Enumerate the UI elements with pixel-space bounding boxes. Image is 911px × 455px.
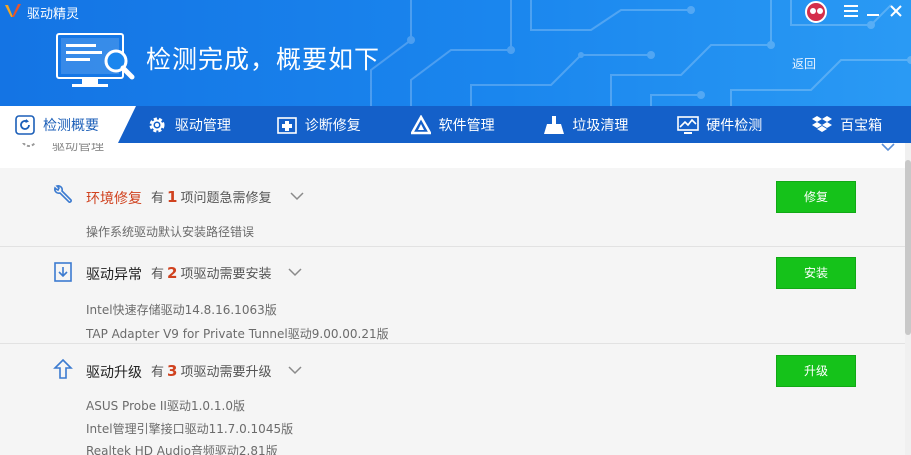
- tab-label: 驱动管理: [174, 117, 231, 134]
- section-summary: 有 2 项驱动需要安装: [151, 264, 272, 282]
- install-button[interactable]: 安装: [776, 257, 856, 289]
- tab-diagnose[interactable]: 诊断修复: [276, 106, 410, 143]
- list-item: 操作系统驱动默认安装路径错误: [86, 225, 255, 239]
- tab-label: 软件管理: [438, 117, 495, 134]
- repair-button[interactable]: 修复: [776, 181, 856, 213]
- tab-software[interactable]: 软件管理: [410, 106, 544, 143]
- chevron-down-icon[interactable]: [288, 366, 302, 375]
- section-environment-repair: 环境修复 有 1 项问题急需修复 修复 操作系统驱动默认安装路径错误: [0, 168, 905, 246]
- header-banner: 驱动精灵 检测完成，概要如下 返回: [0, 0, 911, 106]
- tab-cleanup[interactable]: 垃圾清理: [543, 106, 677, 143]
- upgrade-button[interactable]: 升级: [776, 355, 856, 387]
- section-title: 环境修复: [86, 191, 142, 207]
- gear-icon: [146, 114, 168, 136]
- chevron-down-icon[interactable]: [288, 268, 302, 277]
- section-driver-upgrade: 驱动升级 有 3 项驱动需要升级 升级 ASUS Probe II驱动1.0.1.0…: [0, 343, 905, 455]
- tab-driver-manage[interactable]: 驱动管理: [146, 106, 262, 143]
- page-headline: 检测完成，概要如下: [146, 45, 381, 74]
- list-item: Intel管理引擎接口驱动11.7.0.1045版: [86, 422, 294, 436]
- main-content: 驱动管理 环境修复 有 1 项问题急需修复 修复 操作系统驱动默认安装路径错误 驱动…: [0, 143, 905, 455]
- list-item: Realtek HD Audio音频驱动2.81版: [86, 444, 278, 455]
- app-title: 驱动精灵: [27, 7, 80, 22]
- menu-icon[interactable]: [840, 1, 862, 21]
- section-summary: 有 3 项驱动需要升级: [151, 362, 272, 380]
- monitor-scan-icon: [56, 33, 135, 87]
- partial-section-header: 驱动管理: [0, 143, 905, 168]
- gear-icon: [22, 143, 36, 147]
- app-logo-icon: [5, 4, 21, 17]
- scrollbar-thumb[interactable]: [905, 160, 911, 335]
- tab-label: 垃圾清理: [572, 117, 629, 134]
- upgrade-arrow-icon: [53, 358, 73, 379]
- wrench-icon: [54, 185, 72, 203]
- tab-label: 硬件检测: [706, 117, 763, 134]
- back-link[interactable]: 返回: [792, 55, 816, 72]
- circuit-pattern: [370, 0, 911, 106]
- dropbox-icon: [811, 114, 833, 136]
- monitor-chart-icon: [677, 114, 700, 136]
- tab-hardware[interactable]: 硬件检测: [677, 106, 811, 143]
- close-icon[interactable]: [885, 1, 907, 21]
- list-item: ASUS Probe II驱动1.0.1.0版: [86, 399, 245, 413]
- tab-label: 检测概要: [43, 117, 99, 134]
- chevron-down-icon[interactable]: [290, 192, 304, 201]
- section-title: 驱动升级: [86, 365, 142, 381]
- main-tabbar: 检测概要 驱动管理 诊断修复 软件管理 垃圾清理 硬件检测 百宝箱: [0, 106, 911, 143]
- refresh-icon: [14, 114, 36, 136]
- triangle-logo-icon: [410, 114, 432, 136]
- section-driver-abnormal: 驱动异常 有 2 项驱动需要安装 安装 Intel快速存储驱动14.8.16.106…: [0, 246, 905, 343]
- partial-section-title: 驱动管理: [52, 143, 105, 154]
- section-summary: 有 1 项问题急需修复: [151, 188, 272, 206]
- mascot-avatar-icon[interactable]: [805, 1, 827, 23]
- tab-overview[interactable]: 检测概要: [0, 106, 136, 143]
- section-title: 驱动异常: [86, 267, 142, 283]
- list-item: TAP Adapter V9 for Private Tunnel驱动9.00.…: [86, 327, 389, 341]
- chevron-down-icon[interactable]: [881, 143, 895, 153]
- download-box-icon: [54, 262, 72, 282]
- list-item: Intel快速存储驱动14.8.16.1063版: [86, 303, 277, 317]
- tab-label: 诊断修复: [304, 117, 361, 134]
- minimize-icon[interactable]: [862, 1, 884, 21]
- tab-label: 百宝箱: [840, 117, 883, 134]
- broom-icon: [543, 114, 565, 136]
- tab-toolbox[interactable]: 百宝箱: [811, 106, 911, 143]
- medical-cross-icon: [276, 114, 298, 136]
